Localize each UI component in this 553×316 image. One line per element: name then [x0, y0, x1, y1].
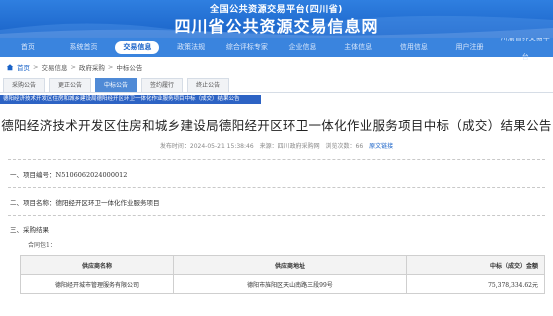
table-header-row: 供应商名称 供应商地址 中标（成交）金额 [20, 255, 545, 275]
breadcrumb-award-notice[interactable]: 中标公告 [116, 62, 142, 72]
notice-tabs: 采购公告 更正公告 中标公告 签约履行 终止公告 [0, 77, 553, 93]
nav-item-subject[interactable]: 主体信息 [330, 38, 386, 57]
divider [8, 215, 545, 216]
home-icon [6, 64, 14, 71]
project-number: 一、项目编号：N5106062024000012 [10, 171, 128, 179]
divider [8, 159, 545, 160]
breadcrumb-trade-info[interactable]: 交易信息 [41, 62, 67, 72]
publish-time: 发布时间：2024-05-21 15:38:46 [159, 143, 254, 150]
nav-item-trade-info[interactable]: 交易信息 [115, 41, 160, 54]
breadcrumb-separator: > [70, 63, 76, 71]
site-banner: 全国公共资源交易平台(四川省) 四川省公共资源交易信息网 [0, 0, 553, 38]
col-supplier-address: 供应商地址 [173, 255, 407, 275]
breadcrumb-home[interactable]: 首页 [17, 62, 30, 72]
breadcrumb-gov-procurement[interactable]: 政府采购 [79, 62, 105, 72]
award-amount: 75,378,334.62元 [406, 274, 545, 294]
nav-item-expert[interactable]: 综合评标专家 [219, 38, 275, 57]
project-name: 二、项目名称：德阳经开区环卫一体化作业服务项目 [10, 199, 160, 207]
divider [8, 187, 545, 188]
tab-award-notice[interactable]: 中标公告 [95, 78, 138, 92]
supplier-address: 德阳市旌阳区天山南路三段99号 [173, 274, 407, 294]
view-count: 浏览次数：66 [325, 143, 364, 150]
original-link[interactable]: 原文链接 [369, 143, 393, 150]
procurement-result-heading: 三、采购结果 [10, 226, 49, 234]
tab-contract[interactable]: 签约履行 [141, 78, 184, 92]
tab-procurement-notice[interactable]: 采购公告 [3, 78, 46, 92]
article-title: 德阳经济技术开发区住房和城乡建设局德阳经开区环卫一体化作业服务项目中标（成交）结… [1, 118, 552, 133]
package-label: 合同包1： [28, 242, 56, 249]
nav-item-home[interactable]: 首页 [0, 38, 56, 57]
table-row: 德阳经开城市管理服务有限公司 德阳市旌阳区天山南路三段99号 75,378,33… [20, 274, 545, 294]
main-nav: 首页 系统首页 交易信息 政策法规 综合评标专家 企业信息 主体信息 信用信息 … [0, 34, 553, 61]
source: 来源：四川政府采购网 [259, 143, 320, 150]
col-supplier-name: 供应商名称 [20, 255, 174, 275]
nav-item-register[interactable]: 用户注册 [442, 38, 498, 57]
nav-item-credit[interactable]: 信用信息 [386, 38, 442, 57]
col-award-amount: 中标（成交）金额 [406, 255, 545, 275]
breadcrumb: 首页 > 交易信息 > 政府采购 > 中标公告 [0, 57, 553, 77]
breadcrumb-separator: > [107, 63, 114, 71]
nav-item-policy[interactable]: 政策法规 [163, 38, 219, 57]
article-meta: 发布时间：2024-05-21 15:38:46 来源：四川政府采购网 浏览次数… [0, 141, 553, 150]
tab-termination-notice[interactable]: 终止公告 [187, 78, 230, 92]
supplier-name: 德阳经开城市管理服务有限公司 [20, 274, 174, 294]
tab-correction-notice[interactable]: 更正公告 [49, 78, 92, 92]
nav-item-enterprise[interactable]: 企业信息 [275, 38, 331, 57]
selected-text-highlight[interactable]: 德阳经济技术开发区住房和城乡建设局德阳经开区环卫一体化作业服务项目中标（成交）结… [0, 95, 261, 104]
nav-item-system-home[interactable]: 系统首页 [56, 38, 112, 57]
result-table: 供应商名称 供应商地址 中标（成交）金额 德阳经开城市管理服务有限公司 德阳市旌… [20, 255, 545, 294]
banner-title: 四川省公共资源交易信息网 [174, 17, 379, 36]
breadcrumb-separator: > [33, 63, 39, 71]
